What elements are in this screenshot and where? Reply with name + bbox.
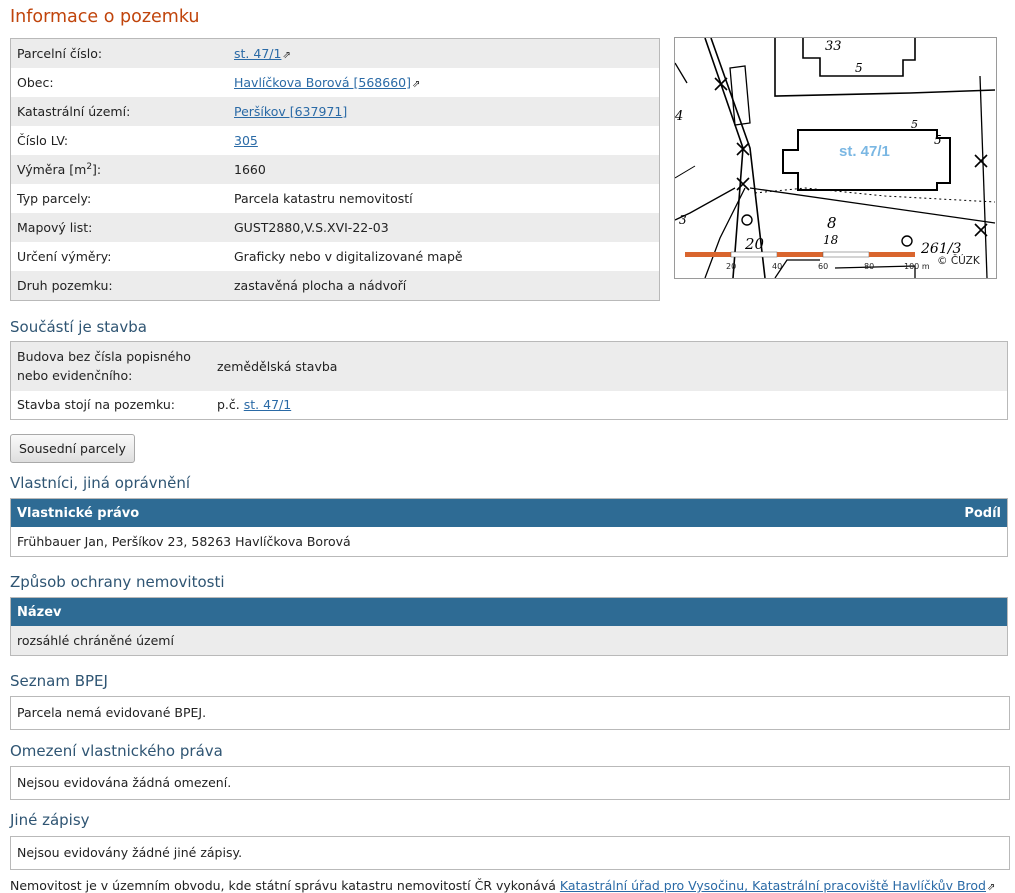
row-parcel-number: Parcelní číslo: st. 47/1⇗ [10,38,660,68]
label-area-text: Výměra [m [17,162,87,178]
row-land-type: Druh pozemku: zastavěná plocha a nádvoří [10,271,660,301]
restrictions-heading: Omezení vlastnického práva [10,742,223,760]
external-link-icon: ⇗ [282,50,291,61]
label-map-sheet: Mapový list: [17,220,93,235]
label-area-determination: Určení výměry: [17,249,112,264]
owners-col-share: Podíl [964,505,1001,521]
map-parcel-line [774,38,996,97]
label-parcel-number: Parcelní číslo: [17,46,103,61]
row-lv-number: Číslo LV: 305 [11,126,660,155]
map-building-main [782,129,951,191]
neighbor-parcels-button[interactable]: Sousední parcely [10,434,135,463]
protection-row-text: rozsáhlé chráněné území [17,633,174,648]
scale-label-80: 80 [864,262,874,271]
row-map-sheet: Mapový list: GUST2880,V.S.XVI-22-03 [10,213,660,242]
scale-label-20: 20 [726,262,736,271]
stavba-row-parcel: Stavba stojí na pozemku: p.č. st. 47/1 [11,391,1008,420]
link-lv-number[interactable]: 305 [234,133,258,148]
stavba-parcel-prefix: p.č. [217,397,240,413]
other-heading: Jiné zápisy [10,811,90,829]
link-cadastral-area[interactable]: Peršíkov [637971] [234,104,347,119]
bpej-heading: Seznam BPEJ [10,672,108,690]
other-box: Nejsou evidovány žádné jiné zápisy. [10,836,1010,870]
row-municipality: Obec: Havlíčkova Borová [568660]⇗ [11,68,660,97]
row-cadastral-area: Katastrální území: Peršíkov [637971] [10,97,660,126]
footer-office-link[interactable]: Katastrální úřad pro Vysočinu, Katastrál… [560,878,986,893]
stavba-parcel-link[interactable]: st. 47/1 [244,397,291,412]
owners-col-ownership: Vlastnické právo [17,505,140,521]
owners-heading: Vlastníci, jiná oprávnění [10,474,191,492]
protection-row: rozsáhlé chráněné území [10,626,1008,656]
parcel-info-table: Parcelní číslo: st. 47/1⇗ Obec: Havlíčko… [10,38,660,301]
external-link-icon: ⇗ [411,79,421,90]
label-area: Výměra [m2]: [11,155,229,184]
link-municipality[interactable]: Havlíčkova Borová [568660] [234,75,411,90]
stavba-heading: Součástí je stavba [10,318,147,336]
footer-text: Nemovitost je v územním obvodu, kde stát… [10,878,560,893]
stavba-label-parcel: Stavba stojí na pozemku: [17,397,175,413]
scale-label-40: 40 [772,262,782,271]
protection-table: Název rozsáhlé chráněné území [10,597,1008,656]
protection-col-name: Název [17,604,62,620]
map-handwritten-8: 8 [827,214,837,232]
footer-note: Nemovitost je v územním obvodu, kde stát… [10,878,995,893]
map-handwritten-4: 4 [675,109,683,124]
value-parcel-type: Parcela katastru nemovitostí [234,191,413,206]
cadastral-map[interactable]: 33 5 5 5 8 20 18 261/3 4 3 st. 47/1 20 4… [674,37,997,279]
value-area: 1660 [234,162,266,177]
map-handwritten-18: 18 [823,233,839,247]
row-area-determination: Určení výměry: Graficky nebo v digitaliz… [11,242,660,271]
map-copyright: © ČÚZK [937,254,981,267]
label-parcel-type: Typ parcely: [17,191,92,206]
link-parcel-number[interactable]: st. 47/1 [234,46,281,61]
stavba-label-building: Budova bez čísla popisného nebo evidenčn… [17,349,191,384]
owners-table: Vlastnické právo Podíl Frühbauer Jan, Pe… [10,498,1008,557]
owners-header-row: Vlastnické právo Podíl [10,498,1008,527]
scale-label-60: 60 [818,262,828,271]
protection-header-row: Název [10,597,1008,626]
page-title: Informace o pozemku [10,7,200,27]
stavba-value-building: zemědělská stavba [217,358,338,374]
value-area-determination: Graficky nebo v digitalizované mapě [234,249,463,264]
row-area: Výměra [m2]: 1660 [10,155,660,184]
scale-label-100m: 100 m [904,262,930,271]
map-handwritten-5b: 5 [934,133,942,147]
map-handwritten-3: 3 [679,213,687,227]
stavba-row-building: Budova bez čísla popisného nebo evidenčn… [10,341,1008,391]
label-area-suffix: ]: [92,162,102,178]
owners-row: Frühbauer Jan, Peršíkov 23, 58263 Havlíč… [11,527,1008,557]
label-land-type: Druh pozemku: [17,278,113,293]
label-cadastral-area: Katastrální území: [17,104,131,119]
map-handwritten-20: 20 [744,235,765,253]
external-link-icon: ⇗ [987,882,996,893]
map-scale-bar: 20 40 60 80 100 m [685,251,930,271]
row-parcel-type: Typ parcely: Parcela katastru nemovitost… [11,184,660,213]
value-map-sheet: GUST2880,V.S.XVI-22-03 [234,220,389,235]
stavba-table: Budova bez čísla popisného nebo evidenčn… [10,341,1008,420]
bpej-box: Parcela nemá evidované BPEJ. [10,696,1010,730]
owners-row-text: Frühbauer Jan, Peršíkov 23, 58263 Havlíč… [17,534,351,549]
map-parcel-label: st. 47/1 [839,143,890,160]
map-handwritten-5c: 5 [911,118,918,131]
map-handwritten-33: 33 [825,39,842,54]
restrictions-box: Nejsou evidována žádná omezení. [10,766,1010,800]
map-handwritten-5: 5 [855,61,863,75]
label-municipality: Obec: [17,75,54,90]
label-lv-number: Číslo LV: [17,133,69,148]
value-land-type: zastavěná plocha a nádvoří [234,278,407,293]
map-drawing: 33 5 5 5 8 20 18 261/3 4 3 st. 47/1 20 4… [675,38,996,278]
protection-heading: Způsob ochrany nemovitosti [10,573,225,591]
